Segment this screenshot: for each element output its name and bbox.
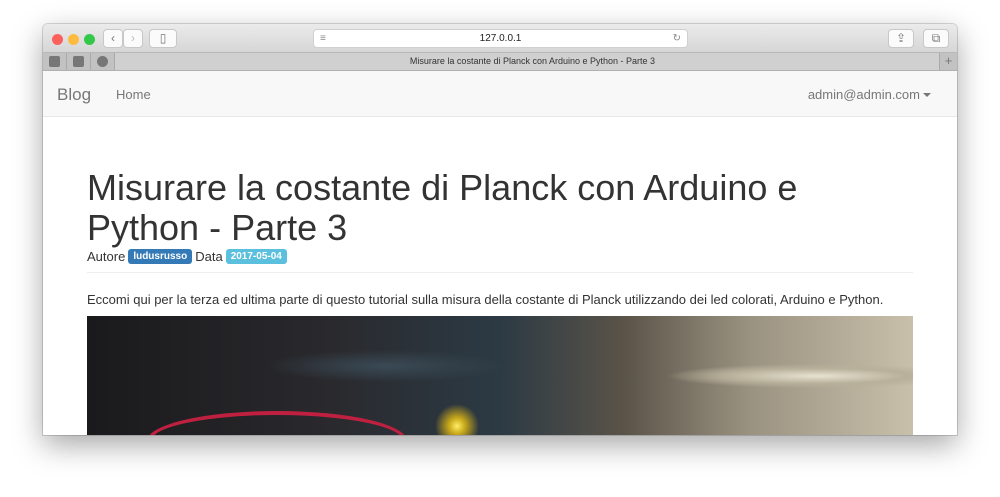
sidebar-toggle-button[interactable]: ▯ bbox=[149, 29, 177, 48]
url-text: 127.0.0.1 bbox=[479, 33, 522, 44]
reader-icon[interactable]: ≡ bbox=[320, 30, 326, 47]
brand-link[interactable]: Blog bbox=[57, 85, 91, 105]
close-icon[interactable] bbox=[52, 34, 63, 45]
minimize-icon[interactable] bbox=[68, 34, 79, 45]
caret-down-icon[interactable] bbox=[923, 93, 931, 97]
new-tab-button[interactable]: + bbox=[939, 53, 957, 70]
author-badge[interactable]: ludusrusso bbox=[128, 249, 193, 264]
date-badge: 2017-05-04 bbox=[225, 249, 287, 264]
user-menu[interactable]: admin@admin.com bbox=[808, 87, 920, 102]
g-icon bbox=[73, 56, 84, 67]
date-label: Data bbox=[195, 249, 223, 264]
navbar: Blog Home admin@admin.com bbox=[43, 71, 957, 117]
reload-icon[interactable]: ↻ bbox=[673, 30, 681, 47]
post-intro: Eccomi qui per la terza ed ultima parte … bbox=[87, 292, 884, 307]
share-button[interactable]: ⇪ bbox=[888, 29, 914, 48]
post-title: Misurare la costante di Planck con Ardui… bbox=[87, 167, 798, 248]
zoom-icon[interactable] bbox=[84, 34, 95, 45]
forward-button[interactable]: › bbox=[123, 29, 143, 48]
messenger-pinned-tab[interactable] bbox=[91, 53, 115, 70]
facebook-pinned-tab[interactable] bbox=[43, 53, 67, 70]
active-tab[interactable]: Misurare la costante di Planck con Ardui… bbox=[128, 56, 937, 66]
post-meta: Autore ludusrusso Data 2017-05-04 bbox=[87, 249, 287, 264]
tab-bar: Misurare la costante di Planck con Ardui… bbox=[43, 53, 957, 71]
messenger-icon bbox=[97, 56, 108, 67]
back-button[interactable]: ‹ bbox=[103, 29, 123, 48]
author-label: Autore bbox=[87, 249, 126, 264]
pinned-tab[interactable] bbox=[67, 53, 91, 70]
address-bar[interactable]: ≡ 127.0.0.1 ↻ bbox=[313, 29, 688, 48]
post-image bbox=[87, 316, 913, 435]
nav-home-link[interactable]: Home bbox=[116, 87, 151, 102]
title-bar: ‹ › ▯ ≡ 127.0.0.1 ↻ ⇪ ⧉ bbox=[43, 24, 957, 53]
facebook-icon bbox=[49, 56, 60, 67]
tabs-button[interactable]: ⧉ bbox=[923, 29, 949, 48]
divider bbox=[87, 272, 913, 273]
browser-window: ‹ › ▯ ≡ 127.0.0.1 ↻ ⇪ ⧉ Misurare la cost… bbox=[43, 24, 957, 435]
